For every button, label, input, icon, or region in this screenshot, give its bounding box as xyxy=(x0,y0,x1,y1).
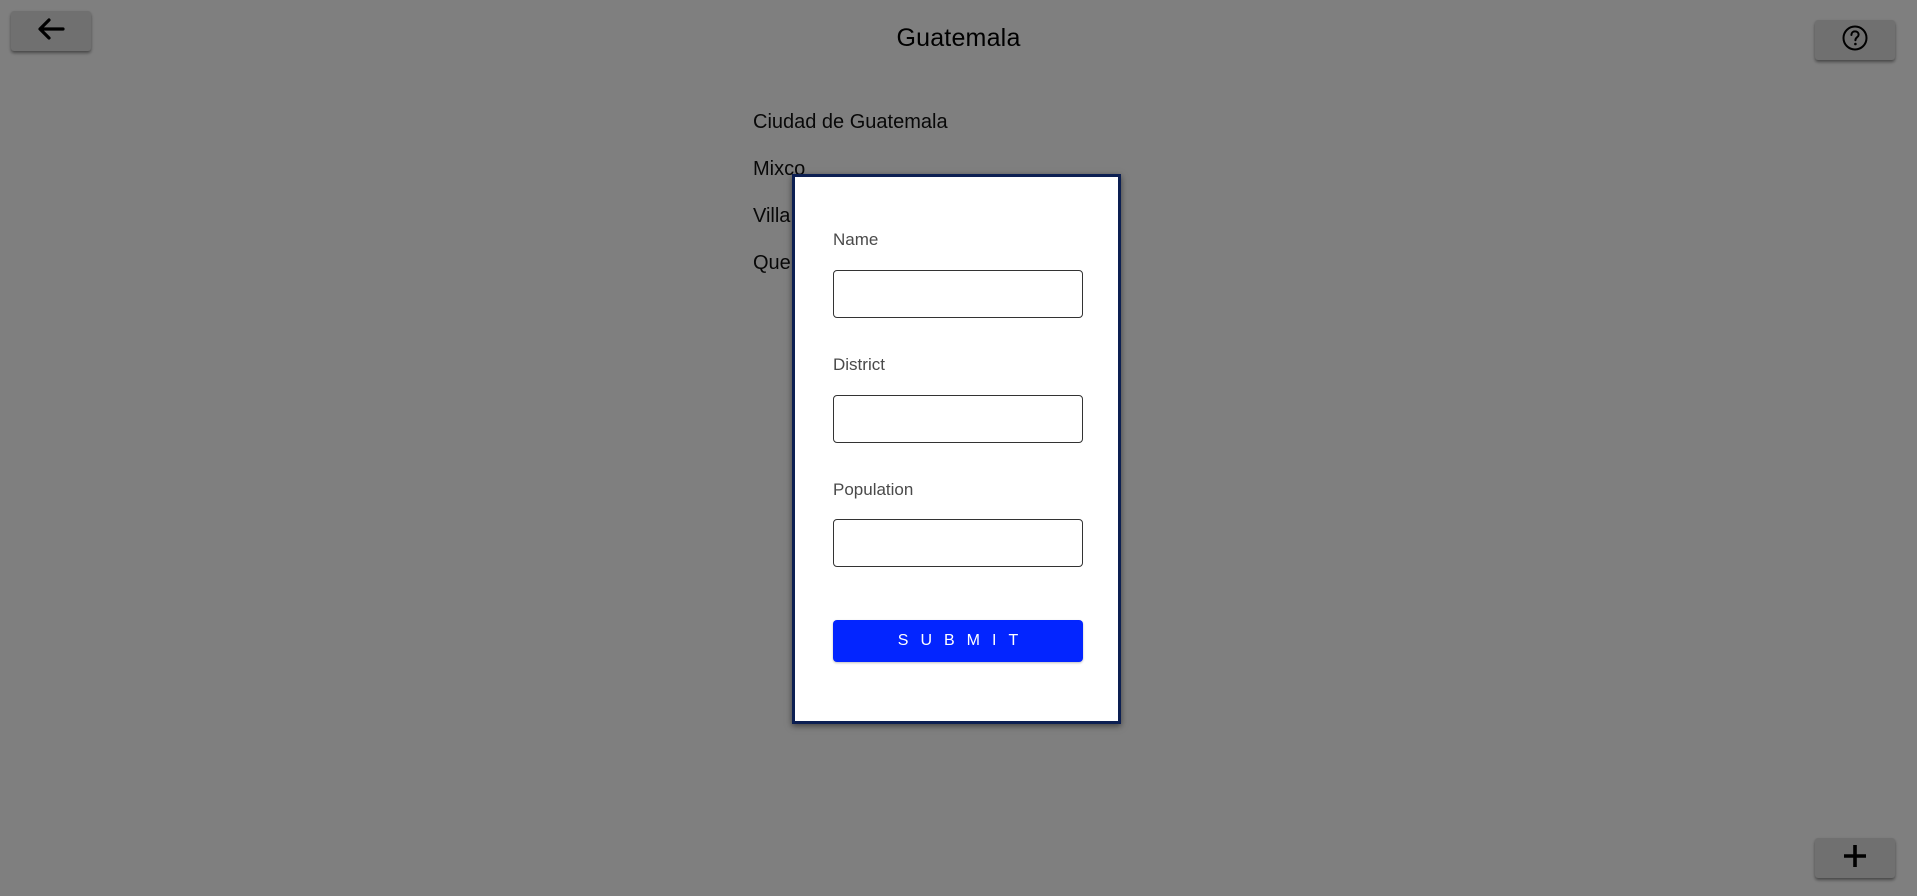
app-root: Guatemala Ciudad de Guatemala Mixco Vill… xyxy=(0,0,1917,896)
add-city-dialog: Name District Population SUBMIT xyxy=(792,174,1121,724)
district-input[interactable] xyxy=(833,395,1083,443)
name-label: Name xyxy=(833,230,879,249)
name-input[interactable] xyxy=(833,270,1083,318)
population-label: Population xyxy=(833,480,914,499)
district-label: District xyxy=(833,355,885,374)
submit-button[interactable]: SUBMIT xyxy=(833,620,1083,662)
population-input[interactable] xyxy=(833,519,1083,567)
